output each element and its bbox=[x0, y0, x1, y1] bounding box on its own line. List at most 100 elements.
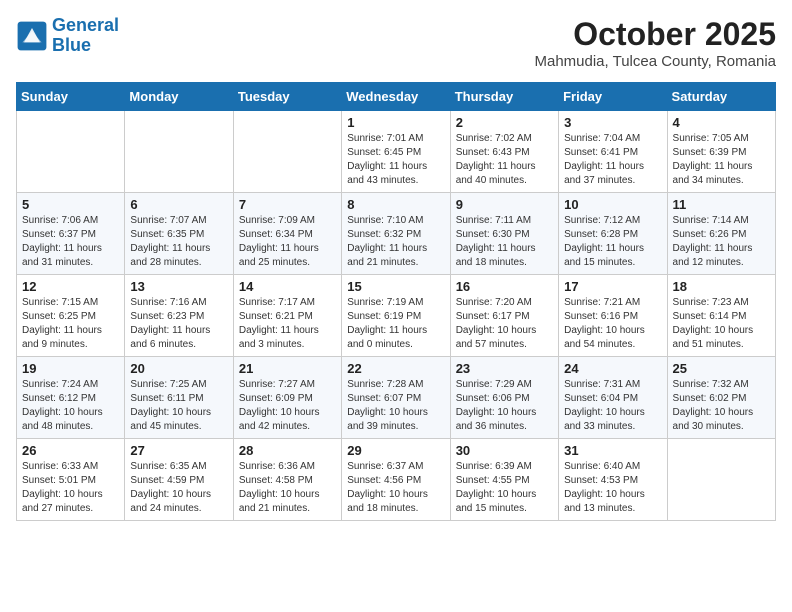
day-number: 20 bbox=[130, 361, 227, 376]
day-number: 26 bbox=[22, 443, 119, 458]
calendar-cell: 19 Sunrise: 7:24 AM Sunset: 6:12 PM Dayli… bbox=[17, 357, 125, 439]
day-info: Sunrise: 6:39 AM Sunset: 4:55 PM Dayligh… bbox=[456, 460, 553, 516]
day-number: 29 bbox=[347, 443, 444, 458]
calendar-cell bbox=[233, 111, 341, 193]
calendar-cell: 17 Sunrise: 7:21 AM Sunset: 6:16 PM Dayli… bbox=[559, 275, 667, 357]
day-info: Sunrise: 7:10 AM Sunset: 6:32 PM Dayligh… bbox=[347, 214, 444, 270]
day-number: 14 bbox=[239, 279, 336, 294]
calendar-cell: 1 Sunrise: 7:01 AM Sunset: 6:45 PM Daylig… bbox=[342, 111, 450, 193]
day-number: 4 bbox=[673, 115, 770, 130]
calendar-week-row: 5 Sunrise: 7:06 AM Sunset: 6:37 PM Daylig… bbox=[17, 193, 776, 275]
day-info: Sunrise: 7:32 AM Sunset: 6:02 PM Dayligh… bbox=[673, 378, 770, 434]
day-info: Sunrise: 7:05 AM Sunset: 6:39 PM Dayligh… bbox=[673, 132, 770, 188]
day-number: 5 bbox=[22, 197, 119, 212]
calendar-cell: 8 Sunrise: 7:10 AM Sunset: 6:32 PM Daylig… bbox=[342, 193, 450, 275]
day-info: Sunrise: 7:21 AM Sunset: 6:16 PM Dayligh… bbox=[564, 296, 661, 352]
day-info: Sunrise: 7:06 AM Sunset: 6:37 PM Dayligh… bbox=[22, 214, 119, 270]
day-info: Sunrise: 7:12 AM Sunset: 6:28 PM Dayligh… bbox=[564, 214, 661, 270]
day-info: Sunrise: 7:11 AM Sunset: 6:30 PM Dayligh… bbox=[456, 214, 553, 270]
calendar-cell: 14 Sunrise: 7:17 AM Sunset: 6:21 PM Dayli… bbox=[233, 275, 341, 357]
title-block: October 2025 Mahmudia, Tulcea County, Ro… bbox=[534, 16, 776, 70]
day-number: 22 bbox=[347, 361, 444, 376]
logo-line1: General bbox=[52, 15, 119, 35]
calendar-cell: 3 Sunrise: 7:04 AM Sunset: 6:41 PM Daylig… bbox=[559, 111, 667, 193]
day-info: Sunrise: 7:27 AM Sunset: 6:09 PM Dayligh… bbox=[239, 378, 336, 434]
day-info: Sunrise: 7:14 AM Sunset: 6:26 PM Dayligh… bbox=[673, 214, 770, 270]
day-info: Sunrise: 6:33 AM Sunset: 5:01 PM Dayligh… bbox=[22, 460, 119, 516]
calendar-cell: 31Sunrise: 6:40 AM Sunset: 4:53 PM Dayli… bbox=[559, 439, 667, 521]
day-number: 2 bbox=[456, 115, 553, 130]
day-info: Sunrise: 7:20 AM Sunset: 6:17 PM Dayligh… bbox=[456, 296, 553, 352]
calendar-cell: 12 Sunrise: 7:15 AM Sunset: 6:25 PM Dayli… bbox=[17, 275, 125, 357]
day-number: 8 bbox=[347, 197, 444, 212]
day-of-week-header: Thursday bbox=[450, 83, 558, 111]
day-number: 12 bbox=[22, 279, 119, 294]
day-of-week-header: Tuesday bbox=[233, 83, 341, 111]
day-number: 18 bbox=[673, 279, 770, 294]
day-info: Sunrise: 7:02 AM Sunset: 6:43 PM Dayligh… bbox=[456, 132, 553, 188]
calendar-week-row: 1 Sunrise: 7:01 AM Sunset: 6:45 PM Daylig… bbox=[17, 111, 776, 193]
day-info: Sunrise: 7:17 AM Sunset: 6:21 PM Dayligh… bbox=[239, 296, 336, 352]
calendar-cell bbox=[125, 111, 233, 193]
calendar-header: SundayMondayTuesdayWednesdayThursdayFrid… bbox=[17, 83, 776, 111]
calendar-cell: 30 Sunrise: 6:39 AM Sunset: 4:55 PM Dayli… bbox=[450, 439, 558, 521]
day-number: 15 bbox=[347, 279, 444, 294]
calendar-body: 1 Sunrise: 7:01 AM Sunset: 6:45 PM Daylig… bbox=[17, 111, 776, 521]
calendar-cell bbox=[17, 111, 125, 193]
day-number: 17 bbox=[564, 279, 661, 294]
calendar-cell: 29 Sunrise: 6:37 AM Sunset: 4:56 PM Dayli… bbox=[342, 439, 450, 521]
day-info: Sunrise: 7:15 AM Sunset: 6:25 PM Dayligh… bbox=[22, 296, 119, 352]
calendar-cell: 6 Sunrise: 7:07 AM Sunset: 6:35 PM Daylig… bbox=[125, 193, 233, 275]
day-number: 11 bbox=[673, 197, 770, 212]
day-info: Sunrise: 7:19 AM Sunset: 6:19 PM Dayligh… bbox=[347, 296, 444, 352]
month-title: October 2025 bbox=[534, 16, 776, 53]
calendar-cell: 18 Sunrise: 7:23 AM Sunset: 6:14 PM Dayli… bbox=[667, 275, 775, 357]
day-info: Sunrise: 7:23 AM Sunset: 6:14 PM Dayligh… bbox=[673, 296, 770, 352]
day-number: 3 bbox=[564, 115, 661, 130]
calendar-cell: 10Sunrise: 7:12 AM Sunset: 6:28 PM Dayli… bbox=[559, 193, 667, 275]
day-number: 30 bbox=[456, 443, 553, 458]
day-number: 6 bbox=[130, 197, 227, 212]
day-number: 7 bbox=[239, 197, 336, 212]
calendar-week-row: 12 Sunrise: 7:15 AM Sunset: 6:25 PM Dayli… bbox=[17, 275, 776, 357]
day-of-week-header: Monday bbox=[125, 83, 233, 111]
day-number: 24 bbox=[564, 361, 661, 376]
day-info: Sunrise: 7:04 AM Sunset: 6:41 PM Dayligh… bbox=[564, 132, 661, 188]
calendar-cell: 4 Sunrise: 7:05 AM Sunset: 6:39 PM Daylig… bbox=[667, 111, 775, 193]
logo-line2: Blue bbox=[52, 35, 91, 55]
day-number: 25 bbox=[673, 361, 770, 376]
calendar-cell: 13Sunrise: 7:16 AM Sunset: 6:23 PM Dayli… bbox=[125, 275, 233, 357]
day-info: Sunrise: 6:37 AM Sunset: 4:56 PM Dayligh… bbox=[347, 460, 444, 516]
location-subtitle: Mahmudia, Tulcea County, Romania bbox=[534, 53, 776, 70]
day-of-week-header: Saturday bbox=[667, 83, 775, 111]
day-info: Sunrise: 7:09 AM Sunset: 6:34 PM Dayligh… bbox=[239, 214, 336, 270]
calendar-cell: 28Sunrise: 6:36 AM Sunset: 4:58 PM Dayli… bbox=[233, 439, 341, 521]
day-info: Sunrise: 7:07 AM Sunset: 6:35 PM Dayligh… bbox=[130, 214, 227, 270]
day-number: 27 bbox=[130, 443, 227, 458]
logo-icon bbox=[16, 20, 48, 52]
day-of-week-header: Friday bbox=[559, 83, 667, 111]
day-number: 1 bbox=[347, 115, 444, 130]
calendar-week-row: 19 Sunrise: 7:24 AM Sunset: 6:12 PM Dayli… bbox=[17, 357, 776, 439]
day-number: 9 bbox=[456, 197, 553, 212]
calendar-cell: 20 Sunrise: 7:25 AM Sunset: 6:11 PM Dayli… bbox=[125, 357, 233, 439]
calendar-cell: 16Sunrise: 7:20 AM Sunset: 6:17 PM Dayli… bbox=[450, 275, 558, 357]
calendar-cell: 21 Sunrise: 7:27 AM Sunset: 6:09 PM Dayli… bbox=[233, 357, 341, 439]
day-info: Sunrise: 7:25 AM Sunset: 6:11 PM Dayligh… bbox=[130, 378, 227, 434]
calendar-cell: 25 Sunrise: 7:32 AM Sunset: 6:02 PM Dayli… bbox=[667, 357, 775, 439]
calendar-week-row: 26 Sunrise: 6:33 AM Sunset: 5:01 PM Dayli… bbox=[17, 439, 776, 521]
header-row: SundayMondayTuesdayWednesdayThursdayFrid… bbox=[17, 83, 776, 111]
calendar-cell: 22Sunrise: 7:28 AM Sunset: 6:07 PM Dayli… bbox=[342, 357, 450, 439]
day-info: Sunrise: 7:29 AM Sunset: 6:06 PM Dayligh… bbox=[456, 378, 553, 434]
calendar-cell: 15 Sunrise: 7:19 AM Sunset: 6:19 PM Dayli… bbox=[342, 275, 450, 357]
day-info: Sunrise: 7:24 AM Sunset: 6:12 PM Dayligh… bbox=[22, 378, 119, 434]
logo-text: General Blue bbox=[52, 16, 119, 56]
day-number: 21 bbox=[239, 361, 336, 376]
day-info: Sunrise: 6:35 AM Sunset: 4:59 PM Dayligh… bbox=[130, 460, 227, 516]
day-number: 19 bbox=[22, 361, 119, 376]
calendar-cell: 7 Sunrise: 7:09 AM Sunset: 6:34 PM Daylig… bbox=[233, 193, 341, 275]
day-info: Sunrise: 7:31 AM Sunset: 6:04 PM Dayligh… bbox=[564, 378, 661, 434]
calendar-cell bbox=[667, 439, 775, 521]
day-info: Sunrise: 7:01 AM Sunset: 6:45 PM Dayligh… bbox=[347, 132, 444, 188]
calendar-table: SundayMondayTuesdayWednesdayThursdayFrid… bbox=[16, 82, 776, 521]
